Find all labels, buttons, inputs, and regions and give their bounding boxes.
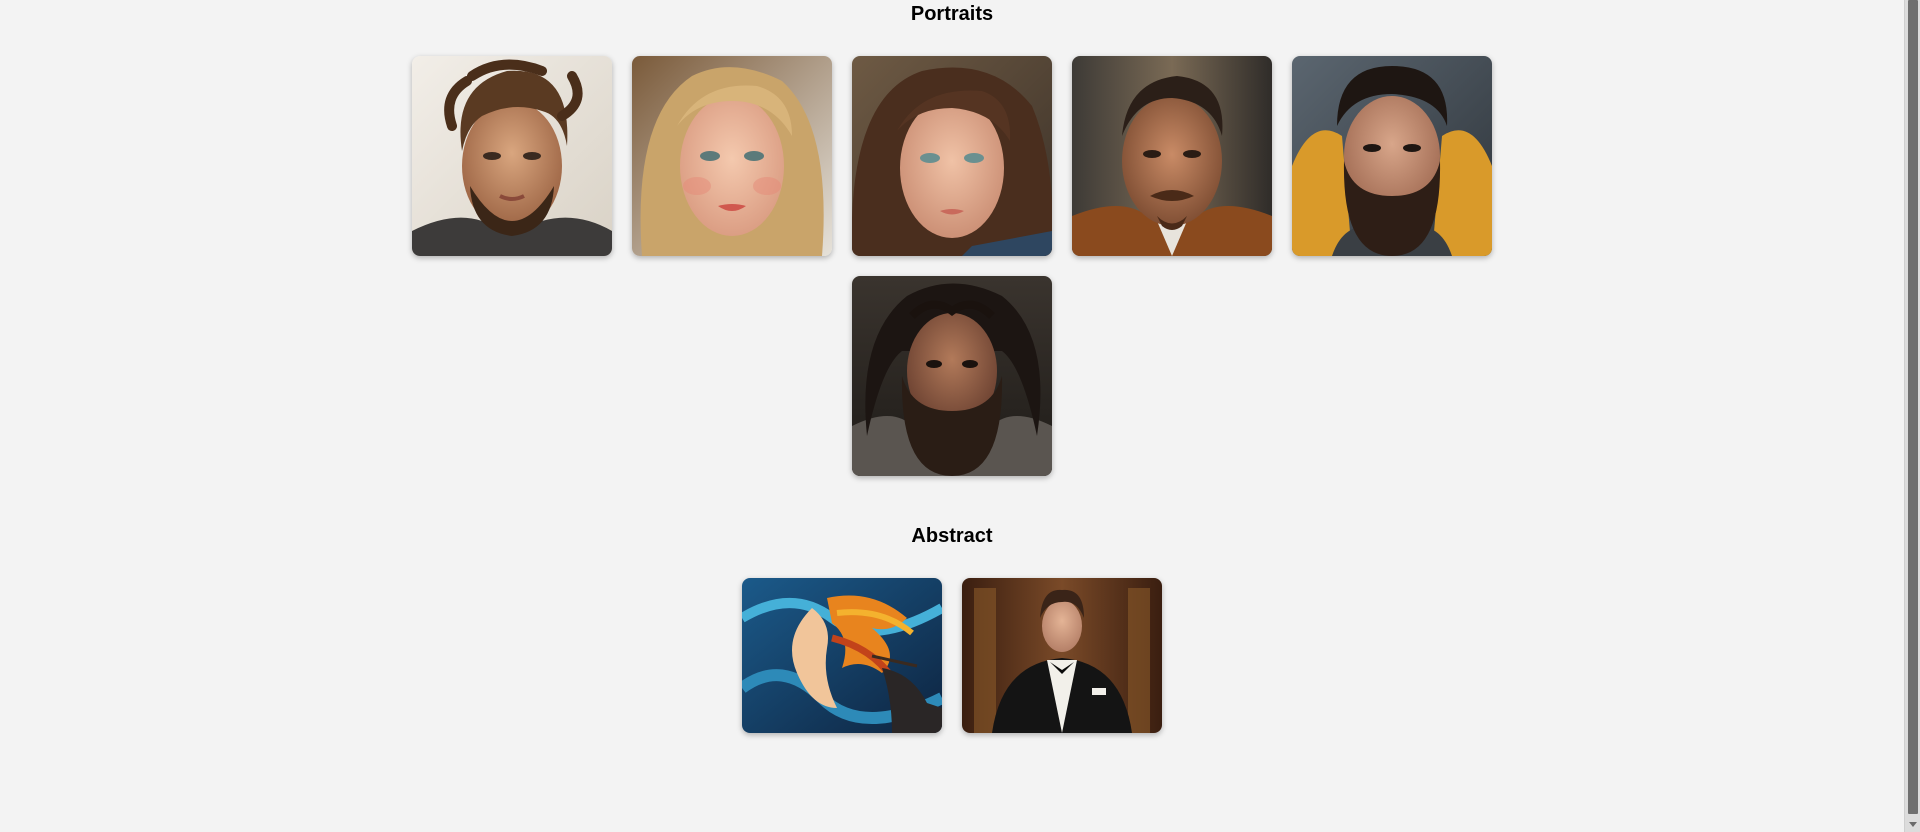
abstract-tuxedo-man-picture xyxy=(962,578,1162,733)
portrait-image-bearded-man-hoodie[interactable] xyxy=(1292,56,1492,256)
portrait-image-mustache-man[interactable] xyxy=(1072,56,1272,256)
portrait-blonde-woman-picture xyxy=(632,56,832,256)
portrait-image-brunette-woman[interactable] xyxy=(852,56,1052,256)
portrait-image-blonde-woman[interactable] xyxy=(632,56,832,256)
portrait-curly-man-picture xyxy=(412,56,612,256)
vertical-scrollbar[interactable] xyxy=(1904,0,1920,832)
scrollbar-thumb[interactable] xyxy=(1908,0,1918,814)
portrait-mustache-man-picture xyxy=(1072,56,1272,256)
gallery-page: Portraits Abstract xyxy=(0,0,1904,832)
abstract-painted-face-picture xyxy=(742,578,942,733)
portrait-brunette-woman-picture xyxy=(852,56,1052,256)
abstract-image-painted-face[interactable] xyxy=(742,578,942,733)
scroll-down-arrow-icon[interactable] xyxy=(1905,816,1920,832)
section-title-abstract: Abstract xyxy=(911,525,993,547)
portrait-image-wild-haired-man[interactable] xyxy=(852,276,1052,476)
section-title-portraits: Portraits xyxy=(910,3,994,25)
abstract-image-tuxedo-man[interactable] xyxy=(962,578,1162,733)
portrait-wild-haired-man-picture xyxy=(852,276,1052,476)
portrait-bearded-man-hoodie-picture xyxy=(1292,56,1492,256)
portrait-image-curly-haired-man[interactable] xyxy=(412,56,612,256)
